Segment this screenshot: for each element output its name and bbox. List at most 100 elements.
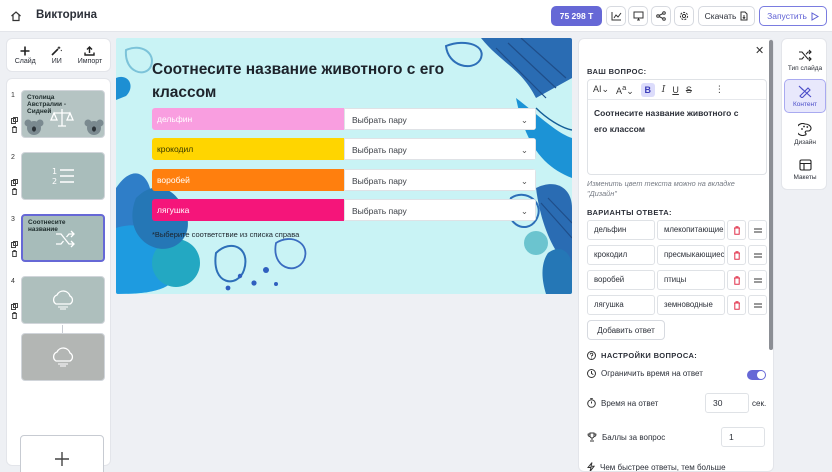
- chevron-down-icon: ⌄: [520, 176, 528, 186]
- pair-select-placeholder: Выбрать пару: [352, 176, 407, 186]
- settings-button[interactable]: [674, 6, 694, 26]
- copy-icon[interactable]: [11, 117, 18, 124]
- more-options-icon[interactable]: ⋮: [715, 84, 724, 95]
- present-button[interactable]: [628, 6, 648, 26]
- time-input[interactable]: 30: [705, 393, 749, 413]
- sidebar-item-layouts[interactable]: Макеты: [784, 153, 826, 187]
- pair-select[interactable]: Выбрать пару ⌄: [344, 199, 536, 221]
- answer-right-input[interactable]: птицы: [657, 270, 725, 290]
- run-label: Запустить: [767, 11, 807, 21]
- limit-time-toggle[interactable]: [747, 370, 766, 380]
- slide-actions: [11, 117, 19, 133]
- trash-icon[interactable]: [11, 188, 18, 195]
- run-quiz-button[interactable]: Запустить: [759, 6, 827, 26]
- close-icon[interactable]: ✕: [755, 44, 764, 57]
- pencil-ruler-icon: [798, 85, 812, 98]
- copy-icon[interactable]: [11, 303, 18, 310]
- editor-toolbar: AI⌄ Aa⌄ B I U S ⋮: [588, 80, 766, 100]
- sidebar-label: Дизайн: [794, 138, 816, 146]
- cloud-icon: [52, 290, 74, 310]
- underline-icon[interactable]: U: [672, 85, 679, 95]
- coins-balance-button[interactable]: 75 298 T: [551, 6, 602, 26]
- question-editor[interactable]: AI⌄ Aa⌄ B I U S ⋮ Соотнесите название жи…: [587, 79, 767, 175]
- slide-thumb-3[interactable]: Соотнесите название: [21, 214, 105, 262]
- text-case-icon[interactable]: Aa⌄: [616, 83, 634, 97]
- points-input[interactable]: 1: [721, 427, 765, 447]
- add-slide-tool[interactable]: Слайд: [15, 46, 36, 65]
- answer-right-input[interactable]: земноводные: [657, 295, 725, 315]
- trash-icon: [733, 250, 740, 260]
- trash-icon[interactable]: [11, 312, 18, 319]
- answer-right-input[interactable]: млекопитающие: [657, 220, 725, 240]
- sidebar-label: Контент: [792, 100, 818, 108]
- trash-icon: [733, 300, 740, 310]
- question-title[interactable]: Соотнесите название животного с его клас…: [152, 58, 452, 104]
- sidebar-item-content[interactable]: Контент: [784, 79, 826, 113]
- palette-icon: [798, 122, 812, 136]
- home-button[interactable]: [8, 8, 24, 24]
- slide-number: 3: [11, 216, 15, 223]
- pair-row: лягушка Выбрать пару ⌄: [152, 199, 536, 221]
- drag-handle[interactable]: [748, 245, 767, 265]
- slide-thumb-1[interactable]: Столица Австралии - Сидней: [21, 90, 105, 138]
- font-size-icon[interactable]: AI⌄: [593, 84, 609, 95]
- delete-answer-button[interactable]: [727, 220, 746, 240]
- pair-select[interactable]: Выбрать пару ⌄: [344, 138, 536, 160]
- right-sidebar: Тип слайда Контент Дизайн Макеты: [781, 38, 827, 190]
- plus-icon: [55, 452, 69, 466]
- chevron-down-icon: ⌄: [520, 115, 528, 125]
- sidebar-item-design[interactable]: Дизайн: [784, 117, 826, 151]
- svg-text:2: 2: [52, 177, 57, 186]
- settings-header: НАСТРОЙКИ ВОПРОСА:: [587, 351, 767, 360]
- home-icon: [11, 11, 21, 22]
- file-download-icon: [740, 11, 748, 21]
- upload-icon: [84, 45, 96, 56]
- gear-icon: [679, 11, 689, 21]
- delete-answer-button[interactable]: [727, 295, 746, 315]
- add-answer-button[interactable]: Добавить ответ: [587, 320, 665, 340]
- question-section-label: ВАШ ВОПРОС:: [587, 67, 647, 76]
- answer-left-input[interactable]: лягушка: [587, 295, 655, 315]
- pair-select-placeholder: Выбрать пару: [352, 115, 407, 125]
- add-slide-button[interactable]: [20, 435, 104, 472]
- drag-handle[interactable]: [748, 270, 767, 290]
- question-editor-text[interactable]: Соотнесите название животного с его клас…: [594, 105, 754, 137]
- drag-handle[interactable]: [748, 220, 767, 240]
- answer-left-input[interactable]: дельфин: [587, 220, 655, 240]
- answer-left-input[interactable]: воробей: [587, 270, 655, 290]
- koala-icon: [24, 119, 44, 135]
- pair-select[interactable]: Выбрать пару ⌄: [344, 169, 536, 191]
- limit-time-label: Ограничить время на ответ: [601, 369, 703, 378]
- slide-thumb-5[interactable]: [21, 333, 105, 381]
- pair-select-placeholder: Выбрать пару: [352, 145, 407, 155]
- italic-icon[interactable]: I: [662, 85, 666, 95]
- settings-section-label: НАСТРОЙКИ ВОПРОСА:: [601, 351, 698, 360]
- delete-answer-button[interactable]: [727, 270, 746, 290]
- share-button[interactable]: [651, 6, 671, 26]
- slide-canvas[interactable]: Соотнесите название животного с его клас…: [116, 38, 572, 294]
- stats-button[interactable]: [606, 6, 626, 26]
- copy-icon[interactable]: [11, 241, 18, 248]
- answer-left-input[interactable]: крокодил: [587, 245, 655, 265]
- time-unit: сек.: [752, 399, 767, 408]
- download-button[interactable]: Скачать: [698, 6, 755, 26]
- copy-icon[interactable]: [11, 179, 18, 186]
- answer-right-input[interactable]: пресмыкающиеся: [657, 245, 725, 265]
- trash-icon[interactable]: [11, 126, 18, 133]
- slide-thumb-4[interactable]: [21, 276, 105, 324]
- import-tool[interactable]: Импорт: [78, 45, 102, 65]
- pair-row: крокодил Выбрать пару ⌄: [152, 138, 536, 160]
- ai-tool[interactable]: ИИ: [51, 46, 63, 65]
- trash-icon[interactable]: [11, 250, 18, 257]
- strikethrough-icon[interactable]: S: [686, 85, 692, 95]
- bold-icon[interactable]: B: [640, 82, 655, 97]
- delete-answer-button[interactable]: [727, 245, 746, 265]
- slide-thumb-2[interactable]: 12: [21, 152, 105, 200]
- panel-scrollbar[interactable]: [769, 40, 773, 350]
- pair-word: дельфин: [152, 108, 344, 130]
- sidebar-item-slide-type[interactable]: Тип слайда: [784, 43, 826, 77]
- pair-select[interactable]: Выбрать пару ⌄: [344, 108, 536, 130]
- drag-lines-icon: [753, 303, 762, 307]
- magic-wand-icon: [51, 46, 63, 56]
- drag-handle[interactable]: [748, 295, 767, 315]
